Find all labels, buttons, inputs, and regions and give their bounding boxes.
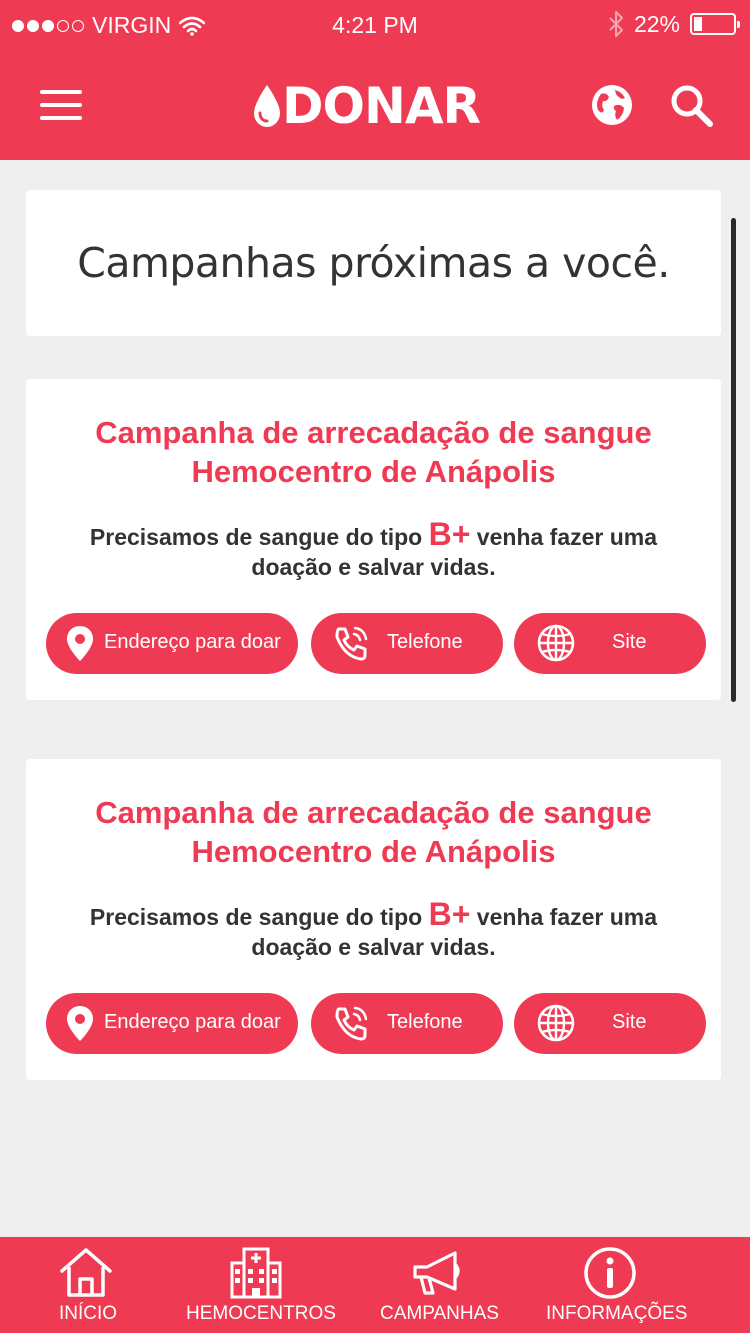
menu-icon-line [40, 90, 82, 94]
address-button[interactable]: Endereço para doar [46, 993, 298, 1054]
tab-inicio[interactable]: INÍCIO [40, 1237, 140, 1333]
campaign-card: Campanha de arrecadação de sangue Hemoce… [26, 379, 721, 700]
campaign-title-line2: Hemocentro de Anápolis [191, 834, 556, 869]
site-button-label: Site [612, 631, 647, 653]
tab-label: HEMOCENTROS [186, 1303, 336, 1324]
desc-text: venha fazer uma [470, 904, 658, 930]
map-pin-icon [67, 1006, 93, 1041]
scrollbar[interactable] [731, 218, 736, 702]
campaign-title-line1: Campanha de arrecadação de sangue [95, 415, 652, 450]
site-button[interactable]: Site [514, 613, 706, 674]
battery-level [694, 17, 702, 31]
top-bar: VIRGIN 4:21 PM 22% DONAR [0, 0, 750, 160]
campaign-description: Precisamos de sangue do tipo B+ venha fa… [26, 516, 721, 582]
bluetooth-icon [609, 11, 623, 37]
battery-percent: 22% [633, 10, 680, 37]
logo-text: DONAR [282, 77, 481, 135]
address-button-label: Endereço para doar [104, 631, 281, 653]
phone-button[interactable]: Telefone [311, 993, 503, 1054]
campaign-title: Campanha de arrecadação de sangue Hemoce… [26, 413, 721, 491]
battery-icon [690, 13, 740, 35]
megaphone-icon [413, 1251, 460, 1295]
page-title: Campanhas próximas a você. [77, 239, 670, 287]
status-bar: VIRGIN 4:21 PM 22% [0, 0, 750, 52]
globe-icon [537, 1004, 575, 1042]
campaign-description: Precisamos de sangue do tipo B+ venha fa… [26, 896, 721, 962]
desc-text: Precisamos de sangue do tipo [89, 524, 429, 550]
tab-label: INFORMAÇÕES [546, 1303, 688, 1324]
tab-campanhas[interactable]: CAMPANHAS [376, 1237, 506, 1333]
campaign-title-line1: Campanha de arrecadação de sangue [95, 795, 652, 830]
site-button[interactable]: Site [514, 993, 706, 1054]
search-icon[interactable] [668, 82, 714, 128]
menu-icon-line [40, 103, 82, 107]
desc-text: Precisamos de sangue do tipo [89, 904, 429, 930]
tab-label: INÍCIO [59, 1303, 118, 1324]
phone-button-label: Telefone [387, 1011, 463, 1033]
phone-button-label: Telefone [387, 631, 463, 653]
address-button-label: Endereço para doar [104, 1011, 281, 1033]
hospital-icon [230, 1247, 282, 1299]
header-card: Campanhas próximas a você. [26, 190, 721, 336]
globe-icon[interactable] [589, 82, 635, 128]
tab-informacoes[interactable]: INFORMAÇÕES [540, 1237, 690, 1333]
info-icon [584, 1247, 636, 1299]
blood-drop-icon [254, 85, 280, 127]
menu-icon-line [40, 116, 82, 120]
address-button[interactable]: Endereço para doar [46, 613, 298, 674]
desc-text-line2: doação e salvar vidas. [251, 934, 496, 960]
tab-bar: INÍCIO HEMOCENTROS CAMPANHAS INFORMAÇÕES [0, 1237, 750, 1333]
map-pin-icon [67, 626, 93, 661]
nav-bar: DONAR [0, 52, 750, 160]
status-right: 22% [608, 10, 740, 38]
desc-text: venha fazer uma [470, 524, 658, 550]
home-icon [60, 1248, 112, 1297]
phone-button[interactable]: Telefone [311, 613, 503, 674]
menu-button[interactable] [40, 88, 84, 122]
site-button-label: Site [612, 1011, 647, 1033]
globe-icon [537, 624, 575, 662]
desc-text-line2: doação e salvar vidas. [251, 554, 496, 580]
phone-icon [335, 1006, 368, 1041]
campaign-title: Campanha de arrecadação de sangue Hemoce… [26, 793, 721, 871]
tab-hemocentros[interactable]: HEMOCENTROS [180, 1237, 340, 1333]
campaign-title-line2: Hemocentro de Anápolis [191, 454, 556, 489]
phone-icon [335, 626, 368, 661]
tab-label: CAMPANHAS [380, 1303, 499, 1324]
app-logo: DONAR [252, 77, 481, 135]
blood-type-badge: B+ [428, 896, 471, 932]
campaign-card: Campanha de arrecadação de sangue Hemoce… [26, 759, 721, 1080]
blood-type-badge: B+ [428, 516, 471, 552]
